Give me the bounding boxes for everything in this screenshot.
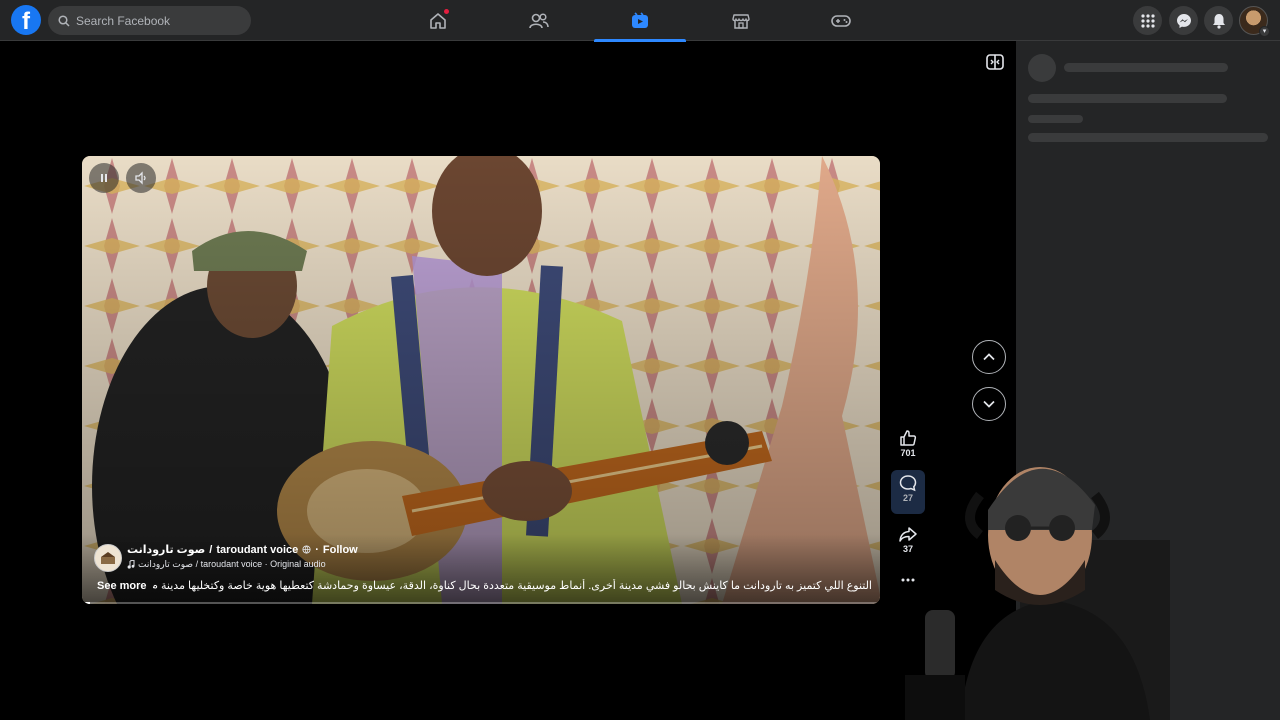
tab-video[interactable] <box>594 0 686 42</box>
search-box[interactable] <box>48 6 251 35</box>
search-icon <box>58 14 70 27</box>
gaming-icon <box>831 14 851 27</box>
next-reel-button[interactable] <box>972 387 1006 421</box>
audio-text[interactable]: صوت تارودانت / taroudant voice · Origina… <box>138 559 326 570</box>
tab-marketplace[interactable] <box>695 0 787 41</box>
chevron-down-icon <box>983 400 995 408</box>
author-name-latin[interactable]: taroudant voice <box>216 544 298 556</box>
webcam-overlay <box>905 467 1170 720</box>
marketplace-icon <box>732 13 750 29</box>
skeleton-line <box>1064 63 1228 72</box>
notification-dot <box>444 9 449 14</box>
pause-button[interactable] <box>89 163 119 193</box>
author-separator: / <box>209 543 213 556</box>
see-more-link[interactable]: See more <box>97 580 147 592</box>
facebook-logo[interactable]: f <box>11 5 41 35</box>
skeleton-avatar <box>1028 54 1056 82</box>
messenger-icon <box>1176 13 1191 28</box>
chevron-down-icon[interactable]: ▾ <box>1259 26 1270 37</box>
video-progress-bar[interactable] <box>82 602 880 604</box>
menu-grid-icon <box>1140 13 1155 28</box>
pause-icon <box>101 174 107 182</box>
tab-gaming[interactable] <box>795 0 887 41</box>
previous-reel-button[interactable] <box>972 340 1006 374</box>
audio-info[interactable]: صوت تارودانت / taroudant voice · Origina… <box>127 559 326 570</box>
tab-home[interactable] <box>392 0 484 41</box>
globe-icon <box>302 545 311 554</box>
author-avatar[interactable] <box>94 544 122 572</box>
description-text: التنوع اللي كتميز به تارودانت ما كاينش ب… <box>152 580 872 592</box>
video-icon <box>632 11 648 28</box>
follow-button[interactable]: Follow <box>323 544 358 556</box>
author-name-arabic[interactable]: صوت تارودانت <box>127 543 205 556</box>
page-logo-icon <box>101 552 115 564</box>
author-name[interactable]: صوت تارودانت / taroudant voice · Follow <box>127 543 358 557</box>
reel-description: See more التنوع اللي كتميز به تارودانت م… <box>97 579 872 593</box>
skeleton-line <box>1028 94 1227 103</box>
tab-friends[interactable] <box>493 0 585 41</box>
volume-button[interactable] <box>126 163 156 193</box>
search-input[interactable] <box>76 13 236 28</box>
bell-icon <box>1212 13 1225 29</box>
music-note-icon <box>127 560 135 569</box>
friends-icon <box>529 12 549 28</box>
toggle-panel-icon[interactable] <box>985 52 1005 72</box>
caption-overlay: صوت تارودانت / taroudant voice · Follow … <box>82 534 880 604</box>
volume-icon <box>135 171 146 185</box>
dot-separator: · <box>315 543 319 556</box>
menu-button[interactable] <box>1133 6 1162 35</box>
video-progress-fill <box>82 602 90 604</box>
reel-video[interactable]: صوت تارودانت / taroudant voice · Follow … <box>82 156 880 604</box>
skeleton-line <box>1028 115 1083 123</box>
chevron-up-icon <box>983 353 995 361</box>
top-navigation-bar: f ▾ <box>0 0 1280 42</box>
messenger-button[interactable] <box>1169 6 1198 35</box>
notifications-button[interactable] <box>1204 6 1233 35</box>
skeleton-line <box>1028 133 1268 142</box>
